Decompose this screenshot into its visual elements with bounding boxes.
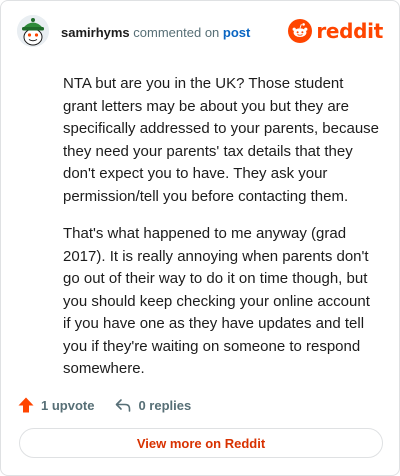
comment-embed-card: samirhyms commented on post reddit NTA b… [0,0,400,476]
reddit-logo-icon [288,19,313,43]
replies-button[interactable]: 0 replies [114,396,191,414]
snoo-avatar-icon [17,15,49,47]
user-avatar[interactable] [17,15,49,47]
comment-paragraph: That's what happened to me anyway (grad … [63,225,370,377]
username-link[interactable]: samirhyms [61,25,130,40]
comment-byline: samirhyms commented on post [61,25,250,41]
reddit-wordmark: reddit [316,19,383,43]
upvote-button[interactable]: 1 upvote [17,396,94,414]
post-link[interactable]: post [223,25,250,40]
upvote-count: 1 upvote [41,397,95,413]
comment-header: samirhyms commented on post reddit [1,1,399,65]
comment-body: NTA but are you in the UK? Those student… [63,73,381,396]
comment-paragraph: NTA but are you in the UK? Those student… [63,75,380,205]
upvote-arrow-icon [18,397,34,413]
commented-on-text: commented on [133,25,220,40]
view-more-on-reddit-button[interactable]: View more on Reddit [19,428,383,458]
reply-arrow-icon [116,399,131,412]
reddit-brand[interactable]: reddit [288,19,383,43]
comment-actions: 1 upvote 0 replies [17,393,191,417]
replies-count: 0 replies [138,397,192,413]
